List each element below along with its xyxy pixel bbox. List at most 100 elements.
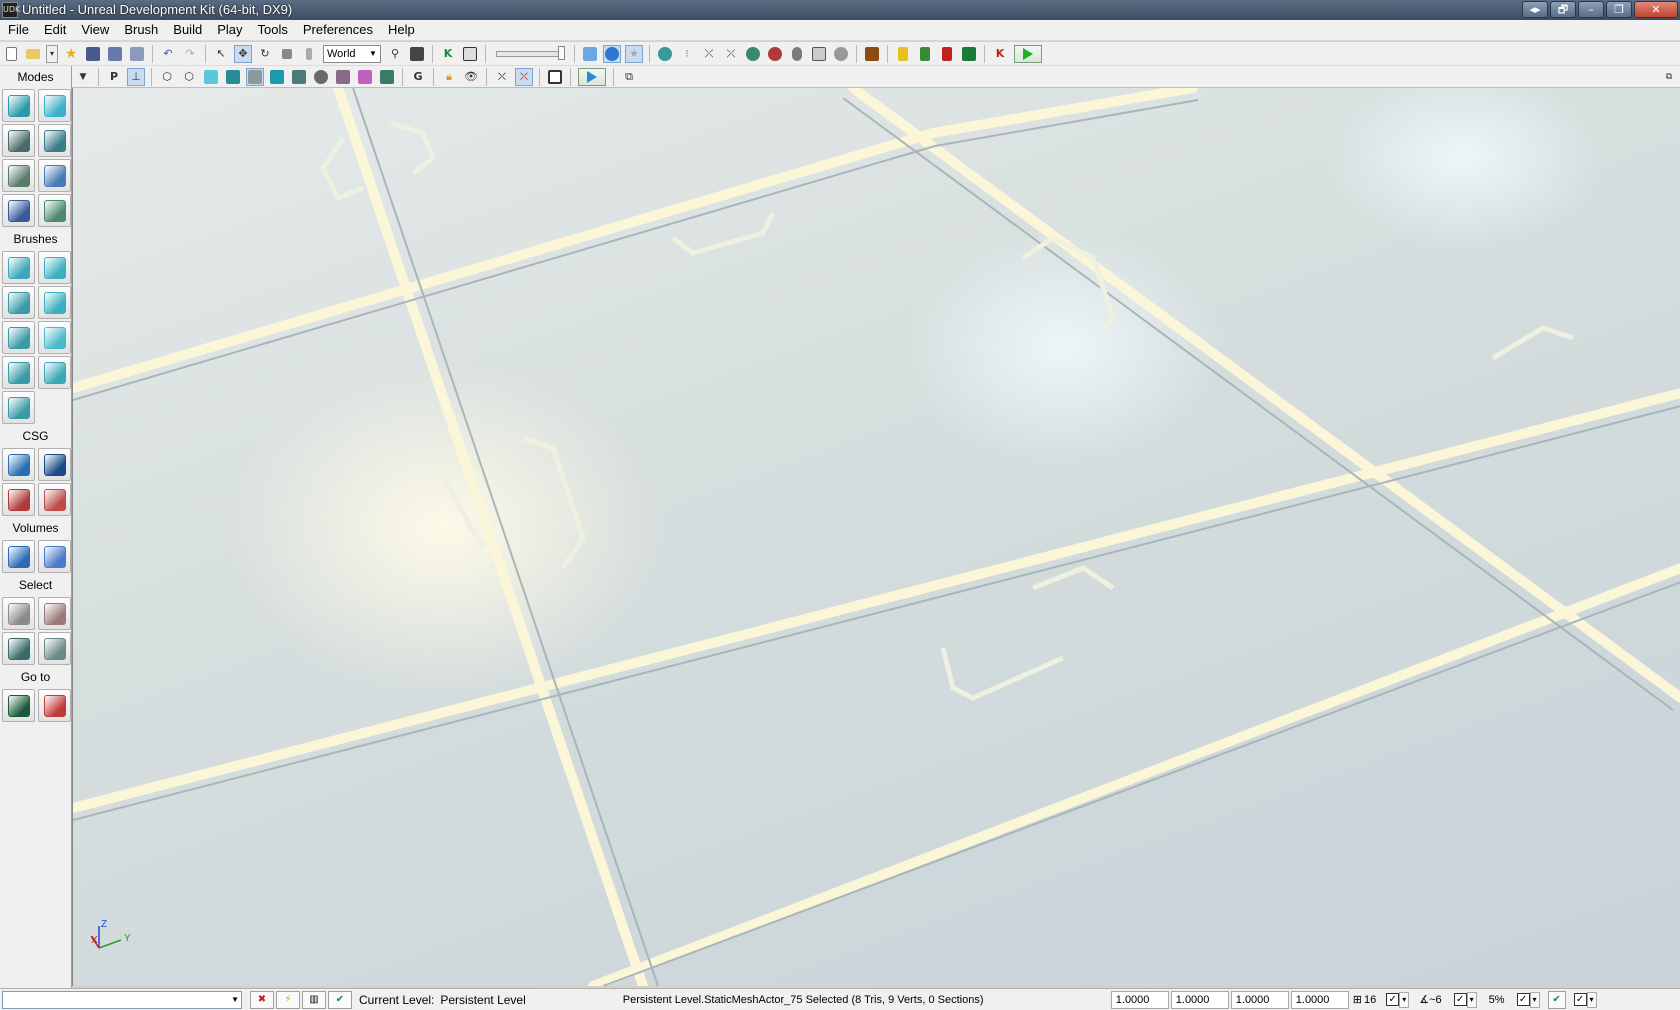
unlit-view-icon[interactable] bbox=[202, 68, 220, 86]
content-browser-icon[interactable] bbox=[408, 45, 426, 63]
recent-files-dropdown-icon[interactable]: ▾ bbox=[46, 44, 58, 63]
linear-stair-brush-button[interactable] bbox=[2, 321, 35, 354]
csg-intersect-button[interactable] bbox=[2, 483, 35, 516]
coordinate-system-select[interactable]: World ▼ bbox=[323, 44, 381, 63]
light-complexity-icon[interactable] bbox=[290, 68, 308, 86]
new-file-icon[interactable] bbox=[2, 45, 20, 63]
geometry-mode-button[interactable] bbox=[38, 89, 71, 122]
build-lighting-icon[interactable]: ⁝ bbox=[678, 45, 696, 63]
ios-icon[interactable] bbox=[938, 45, 956, 63]
camera-mode-button[interactable] bbox=[2, 89, 35, 122]
invert-selection-button[interactable] bbox=[38, 632, 71, 665]
shader-complexity-icon[interactable] bbox=[334, 68, 352, 86]
lighting-only-view-icon[interactable] bbox=[268, 68, 286, 86]
save-levels-icon[interactable] bbox=[128, 45, 146, 63]
close-button[interactable]: ✕ bbox=[1634, 1, 1678, 18]
detail-lighting-icon[interactable] bbox=[246, 67, 264, 86]
open-file-icon[interactable] bbox=[24, 45, 42, 63]
favorites-icon[interactable]: ★ bbox=[62, 45, 80, 63]
volume-list-button[interactable] bbox=[38, 540, 71, 573]
menu-file[interactable]: File bbox=[0, 20, 36, 40]
cylinder-brush-button[interactable] bbox=[38, 286, 71, 319]
mesh-paint-button[interactable] bbox=[2, 159, 35, 192]
scale-mode-icon[interactable] bbox=[278, 45, 296, 63]
bsp-auto-update-icon[interactable]: ⚡︎ bbox=[276, 990, 300, 1009]
add-volume-button[interactable] bbox=[2, 540, 35, 573]
camera-speed-slider[interactable] bbox=[496, 45, 565, 60]
drag-grid-icon[interactable] bbox=[581, 45, 599, 63]
menu-tools[interactable]: Tools bbox=[250, 20, 295, 40]
rotate-mode-icon[interactable]: ↻ bbox=[256, 45, 274, 63]
lightmap-density-icon[interactable] bbox=[356, 68, 374, 86]
menu-view[interactable]: View bbox=[73, 20, 116, 40]
scale-snap-checkbox[interactable]: ✓ bbox=[1516, 993, 1530, 1006]
lit-view-icon[interactable] bbox=[224, 68, 242, 86]
menu-help[interactable]: Help bbox=[380, 20, 422, 40]
float-viewport-icon[interactable]: ⧉ bbox=[620, 68, 638, 86]
viewport-options-dropdown-icon[interactable]: ▼ bbox=[74, 68, 92, 86]
select-arrow-icon[interactable]: ↖ bbox=[212, 45, 230, 63]
android-icon[interactable] bbox=[916, 45, 934, 63]
find-actor-icon[interactable]: ⚲ bbox=[386, 45, 404, 63]
hide-selected-button[interactable] bbox=[38, 597, 71, 630]
non-uniform-scale-icon[interactable] bbox=[300, 45, 318, 63]
lock-icon[interactable]: 🔒︎ bbox=[440, 68, 458, 86]
pc-console-icon[interactable] bbox=[960, 45, 978, 63]
menu-build[interactable]: Build bbox=[165, 20, 209, 40]
map-check-icon[interactable] bbox=[810, 45, 828, 63]
show-flags-icon[interactable]: 👁︎ bbox=[462, 68, 480, 86]
kismet-icon[interactable]: K bbox=[439, 45, 457, 63]
autosave-icon[interactable]: ✔ bbox=[1547, 990, 1566, 1009]
unlit-icon[interactable]: ★ bbox=[625, 44, 643, 63]
menu-preferences[interactable]: Preferences bbox=[295, 20, 380, 40]
build-swarm-icon[interactable] bbox=[766, 45, 784, 63]
undo-icon[interactable]: ↶ bbox=[159, 45, 177, 63]
goto-actor-button[interactable] bbox=[2, 689, 35, 722]
curved-stair-brush-button[interactable] bbox=[2, 286, 35, 319]
camera-preview-icon[interactable]: ⛌ bbox=[515, 67, 533, 86]
drag-grid-y-field[interactable]: 1.0000 bbox=[1170, 990, 1229, 1009]
grid-snap-checkbox[interactable]: ✓ bbox=[1386, 993, 1400, 1006]
rotation-snap-checkbox[interactable]: ✓ bbox=[1453, 993, 1467, 1006]
select-inside-button[interactable] bbox=[2, 632, 35, 665]
build-geometry-icon[interactable] bbox=[656, 45, 674, 63]
build-paths-icon[interactable]: ⤫ bbox=[700, 45, 718, 63]
static-mesh-mode-button[interactable] bbox=[38, 159, 71, 192]
game-view-icon[interactable]: G bbox=[409, 68, 427, 86]
kismet-debug-icon[interactable]: K bbox=[991, 45, 1009, 63]
brush-wireframe-icon[interactable]: ⬡ bbox=[158, 68, 176, 86]
spiral-stair-brush-button[interactable] bbox=[2, 356, 35, 389]
surface-icon[interactable]: ▥ bbox=[302, 990, 326, 1009]
lighting-stats-icon[interactable] bbox=[832, 45, 850, 63]
play-in-editor-icon[interactable] bbox=[863, 45, 881, 63]
texture-align-button[interactable] bbox=[38, 124, 71, 157]
texture-density-icon[interactable] bbox=[312, 68, 330, 86]
play-button[interactable] bbox=[1014, 44, 1042, 63]
translate-mode-icon[interactable]: ✥ bbox=[234, 44, 252, 63]
grid-size-spinner[interactable]: ▾ bbox=[1399, 991, 1410, 1008]
build-cover-icon[interactable]: ⤫ bbox=[722, 45, 740, 63]
level-browser-icon[interactable]: ✔ bbox=[328, 990, 352, 1009]
restore-layout-icon[interactable]: 🗗 bbox=[1550, 1, 1576, 18]
realtime-icon[interactable]: ⊥ bbox=[127, 67, 145, 86]
rotation-snap-spinner[interactable]: ▾ bbox=[1466, 991, 1477, 1008]
drag-grid-x-field[interactable]: 1.0000 bbox=[1110, 990, 1169, 1009]
sheet-brush-button[interactable] bbox=[38, 321, 71, 354]
lighting-only-icon[interactable] bbox=[603, 44, 621, 63]
wireframe-icon[interactable]: ⬡ bbox=[180, 68, 198, 86]
cone-brush-button[interactable] bbox=[38, 251, 71, 284]
foliage-mode-button[interactable] bbox=[38, 194, 71, 227]
command-input[interactable]: ▼ bbox=[2, 990, 242, 1009]
volumetric-brush-button[interactable] bbox=[2, 391, 35, 424]
autosave-checkbox[interactable]: ✓ bbox=[1573, 993, 1587, 1006]
drag-grid-toggle-icon[interactable]: ✖ bbox=[250, 990, 274, 1009]
lock-viewport-icon[interactable]: ⛌ bbox=[493, 68, 511, 86]
menu-edit[interactable]: Edit bbox=[36, 20, 73, 40]
matinee-icon[interactable] bbox=[461, 45, 479, 63]
maximize-button[interactable]: ❐ bbox=[1606, 1, 1632, 18]
drag-grid-z-field[interactable]: 1.0000 bbox=[1230, 990, 1289, 1009]
goto-builder-brush-button[interactable] bbox=[38, 689, 71, 722]
csg-add-button[interactable] bbox=[2, 448, 35, 481]
cube-brush-button[interactable] bbox=[2, 251, 35, 284]
save-mobile-icon[interactable] bbox=[894, 45, 912, 63]
